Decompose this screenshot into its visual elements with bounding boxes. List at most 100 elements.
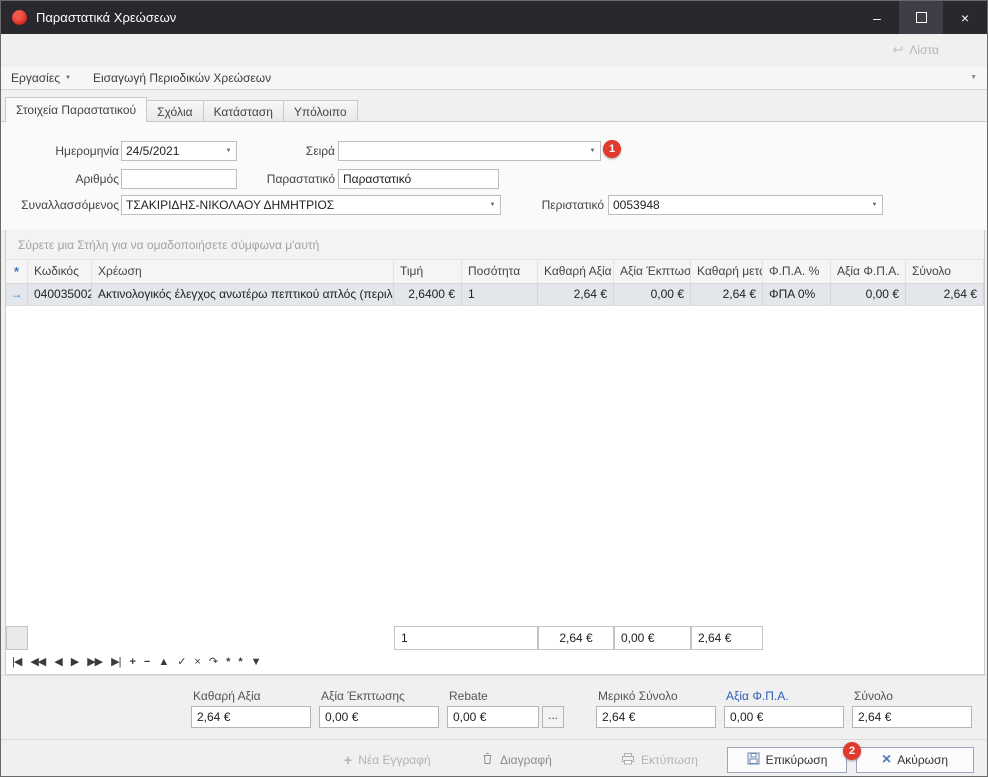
nav-refresh-button[interactable]: ↷ — [209, 657, 217, 668]
tab-status[interactable]: Κατάσταση — [203, 100, 284, 122]
rebate-input[interactable]: 0,00 € — [447, 706, 539, 728]
party-dropdown-icon[interactable]: ▼ — [485, 196, 500, 214]
new-record-button[interactable]: + Νέα Εγγραφή — [334, 747, 441, 773]
column-header-quantity[interactable]: Ποσότητα — [462, 260, 538, 283]
case-dropdown-icon[interactable]: ▼ — [867, 196, 882, 214]
tab-document-details[interactable]: Στοιχεία Παραστατικού — [5, 97, 147, 122]
column-header-code[interactable]: Κωδικός — [28, 260, 92, 283]
nav-delete-button[interactable]: − — [144, 657, 149, 668]
subtotal-input[interactable]: 2,64 € — [596, 706, 716, 728]
nav-bookmark-button[interactable]: * — [226, 657, 229, 668]
cancel-x-icon: × — [882, 752, 891, 768]
menu-item-periodic-charges[interactable]: Εισαγωγή Περιοδικών Χρεώσεων — [93, 71, 271, 85]
column-header-discount[interactable]: Αξία Έκπτωση — [614, 260, 691, 283]
confirm-button[interactable]: Επικύρωση — [727, 747, 847, 773]
column-header-price[interactable]: Τιμή — [394, 260, 462, 283]
summary-indicator-cell — [6, 626, 28, 650]
nav-first-button[interactable]: |◀ — [12, 657, 21, 668]
cancel-button[interactable]: × Ακύρωση — [856, 747, 974, 773]
net-total-label: Καθαρή Αξία — [193, 689, 261, 703]
new-record-label: Νέα Εγγραφή — [358, 753, 431, 767]
net-total-input[interactable]: 2,64 € — [191, 706, 311, 728]
cell-code[interactable]: 040035002 — [28, 284, 92, 305]
summary-discount: 0,00 € — [614, 626, 691, 650]
series-label: Σειρά — [241, 141, 335, 161]
charges-grid: Σύρετε μια Στήλη για να ομαδοποιήσετε σύ… — [5, 229, 985, 675]
nav-edit-button[interactable]: ▲ — [158, 657, 168, 668]
grid-summary-row: 1 2,64 € 0,00 € 2,64 € — [6, 625, 984, 651]
nav-filter-button[interactable]: ▼ — [251, 657, 261, 668]
cell-total[interactable]: 2,64 € — [906, 284, 984, 305]
minimize-button[interactable]: – — [855, 1, 899, 34]
maximize-button[interactable] — [899, 1, 943, 34]
document-label: Παραστατικό — [241, 169, 335, 189]
grand-total-input[interactable]: 2,64 € — [852, 706, 972, 728]
cell-vat-amount[interactable]: 0,00 € — [831, 284, 906, 305]
vat-total-input[interactable]: 0,00 € — [724, 706, 844, 728]
date-value: 24/5/2021 — [126, 144, 179, 158]
grand-total-label: Σύνολο — [854, 689, 893, 703]
party-combo[interactable]: ΤΣΑΚΙΡΙΔΗΣ-ΝΙΚΟΛΑΟΥ ΔΗΜΗΤΡΙΟΣ ▼ — [121, 195, 501, 215]
subtotal-label: Μερικό Σύνολο — [598, 689, 678, 703]
column-header-net-after[interactable]: Καθαρή μετά — [691, 260, 763, 283]
rebate-more-button[interactable]: ... — [542, 706, 564, 728]
column-header-vat-pct[interactable]: Φ.Π.Α. % — [763, 260, 831, 283]
summary-quantity: 1 — [394, 626, 538, 650]
date-input[interactable]: 24/5/2021 ▼ — [121, 141, 237, 161]
date-dropdown-icon[interactable]: ▼ — [221, 142, 236, 160]
cell-vat-pct[interactable]: ΦΠΑ 0% — [763, 284, 831, 305]
tab-balance[interactable]: Υπόλοιπο — [283, 100, 358, 122]
column-header-net[interactable]: Καθαρή Αξία — [538, 260, 614, 283]
group-by-panel: Σύρετε μια Στήλη για να ομαδοποιήσετε σύ… — [6, 230, 984, 260]
cell-discount[interactable]: 0,00 € — [614, 284, 691, 305]
menubar-dropdown-icon[interactable]: ▼ — [970, 74, 977, 81]
nav-post-button[interactable]: ✓ — [177, 657, 185, 668]
nav-prev-page-button[interactable]: ◀◀ — [30, 657, 45, 668]
badge-step-2: 2 — [843, 742, 861, 760]
nav-append-button[interactable]: + — [129, 657, 134, 668]
list-button[interactable]: Λίστα — [909, 43, 939, 57]
nav-cancel-button[interactable]: × — [194, 657, 199, 668]
series-dropdown-icon[interactable]: ▼ — [585, 142, 600, 160]
billing-documents-window: Παραστατικά Χρεώσεων – × ↩ Λίστα Εργασίε… — [0, 0, 988, 777]
nav-bookmark-goto-button[interactable]: * — [238, 657, 241, 668]
grid-navigator: |◀ ◀◀ ◀ ▶ ▶▶ ▶| + − ▲ ✓ × ↷ * * ▼ — [6, 651, 984, 674]
column-header-total[interactable]: Σύνολο — [906, 260, 984, 283]
tabstrip: Στοιχεία Παραστατικού Σχόλια Κατάσταση Υ… — [5, 97, 357, 122]
delete-button[interactable]: Διαγραφή — [471, 747, 562, 773]
column-header-charge[interactable]: Χρέωση — [92, 260, 394, 283]
cell-net[interactable]: 2,64 € — [538, 284, 614, 305]
confirm-label: Επικύρωση — [766, 753, 828, 767]
rebate-label: Rebate — [449, 689, 488, 703]
menu-item-ergasies[interactable]: Εργασίες ▼ — [11, 71, 71, 85]
number-input[interactable] — [121, 169, 237, 189]
group-by-hint: Σύρετε μια Στήλη για να ομαδοποιήσετε σύ… — [18, 238, 319, 252]
tab-comments[interactable]: Σχόλια — [146, 100, 203, 122]
totals-panel: Καθαρή Αξία 2,64 € Αξία Έκπτωσης 0,00 € … — [1, 675, 987, 740]
grid-header-row: * Κωδικός Χρέωση Τιμή Ποσότητα Καθαρή Αξ… — [6, 260, 984, 284]
date-label: Ημερομηνία — [19, 141, 119, 161]
printer-icon — [621, 752, 635, 768]
column-header-vat-amount[interactable]: Αξία Φ.Π.Α. — [831, 260, 906, 283]
discount-total-input[interactable]: 0,00 € — [319, 706, 439, 728]
table-row[interactable]: → 040035002 Ακτινολογικός έλεγχος ανωτέρ… — [6, 284, 984, 306]
document-input[interactable]: Παραστατικό — [338, 169, 499, 189]
document-value: Παραστατικό — [343, 172, 411, 186]
cell-price[interactable]: 2,6400 € — [394, 284, 462, 305]
cell-quantity[interactable]: 1 — [462, 284, 538, 305]
nav-next-page-button[interactable]: ▶▶ — [87, 657, 102, 668]
case-value: 0053948 — [613, 198, 660, 212]
nav-next-button[interactable]: ▶ — [71, 657, 78, 668]
nav-prev-button[interactable]: ◀ — [54, 657, 61, 668]
print-button[interactable]: Εκτύπωση — [611, 747, 708, 773]
nav-last-button[interactable]: ▶| — [111, 657, 120, 668]
series-combo[interactable]: ▼ — [338, 141, 601, 161]
cell-net-after[interactable]: 2,64 € — [691, 284, 763, 305]
new-row-indicator-icon: * — [6, 260, 28, 283]
chevron-down-icon: ▼ — [65, 75, 71, 81]
cell-charge[interactable]: Ακτινολογικός έλεγχος ανωτέρω πεπτικού α… — [92, 284, 394, 305]
menu-item-label: Εισαγωγή Περιοδικών Χρεώσεων — [93, 71, 271, 85]
close-button[interactable]: × — [943, 1, 987, 34]
number-label: Αριθμός — [19, 169, 119, 189]
case-combo[interactable]: 0053948 ▼ — [608, 195, 883, 215]
